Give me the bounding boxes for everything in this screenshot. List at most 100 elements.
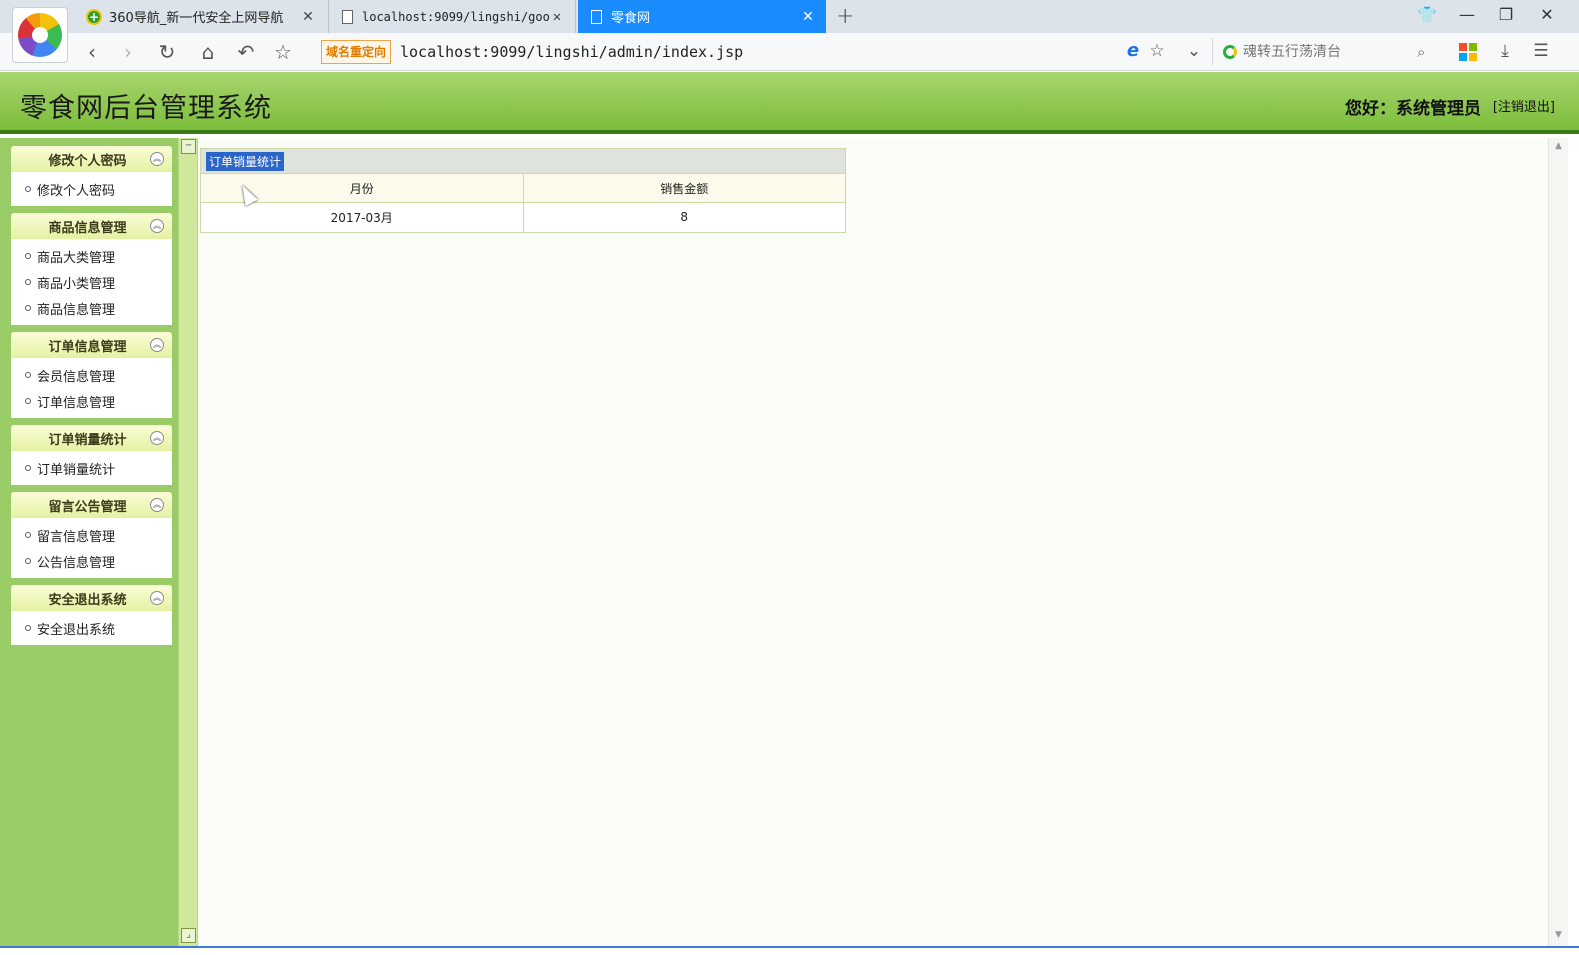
tab-label: 零食网 bbox=[611, 11, 651, 26]
menu-item-label: 商品大类管理 bbox=[37, 250, 116, 266]
address-toolbar: ‹ › ↻ ⌂ ↶ ☆ 域名重定向 e ☆ ⌄ ⌕ ⤓ ☰ bbox=[0, 33, 1579, 71]
menu-group-body: 留言信息管理 公告信息管理 bbox=[11, 518, 172, 578]
minimize-icon[interactable]: — bbox=[1456, 5, 1478, 24]
download-icon[interactable]: ⤓ bbox=[1494, 41, 1516, 61]
back-icon[interactable]: ‹ bbox=[79, 39, 105, 65]
collapse-up-icon[interactable]: ︽ bbox=[150, 152, 164, 166]
window-bottom-edge bbox=[0, 946, 1579, 955]
bullet-icon bbox=[25, 253, 31, 259]
menu-group-title: 修改个人密码 bbox=[48, 153, 127, 169]
bookmark-star-icon[interactable]: ☆ bbox=[1146, 41, 1168, 61]
menu-group-header[interactable]: 安全退出系统 ︽ bbox=[11, 585, 172, 611]
menu-group-header[interactable]: 商品信息管理 ︽ bbox=[11, 213, 172, 239]
app-title: 零食网后台管理系统 bbox=[20, 93, 272, 124]
sidebar-menu-item[interactable]: 商品信息管理 bbox=[25, 295, 172, 321]
logout-link[interactable]: [注销退出] bbox=[1493, 96, 1555, 115]
bullet-icon bbox=[25, 305, 31, 311]
bullet-icon bbox=[25, 398, 31, 404]
menu-item-label: 留言信息管理 bbox=[37, 529, 116, 545]
collapse-up-icon[interactable]: ︽ bbox=[150, 431, 164, 445]
scroll-up-icon[interactable]: ▲ bbox=[1552, 141, 1565, 154]
apps-icon[interactable] bbox=[1459, 43, 1477, 61]
bullet-icon bbox=[25, 558, 31, 564]
menu-group: 安全退出系统 ︽ 安全退出系统 bbox=[11, 585, 172, 645]
collapse-up-icon[interactable]: ︽ bbox=[150, 338, 164, 352]
cell-month: 2017-03月 bbox=[201, 202, 523, 232]
menu-group-title: 订单销量统计 bbox=[48, 432, 127, 448]
collapse-sidebar-icon[interactable]: ─ bbox=[181, 139, 196, 154]
resize-handle-icon[interactable]: ⌟ bbox=[181, 928, 196, 943]
search-box[interactable]: ⌕ bbox=[1212, 38, 1448, 66]
menu-group-header[interactable]: 订单销量统计 ︽ bbox=[11, 425, 172, 451]
browser-tab-360-nav[interactable]: + 360导航_新一代安全上网导航 ✕ bbox=[76, 0, 326, 33]
close-tab-icon[interactable]: ✕ bbox=[549, 9, 565, 25]
ie-mode-icon[interactable]: e bbox=[1124, 42, 1142, 60]
close-tab-icon[interactable]: ✕ bbox=[800, 9, 816, 25]
reload-icon[interactable]: ↻ bbox=[154, 39, 180, 65]
menu-group-title: 商品信息管理 bbox=[48, 220, 127, 236]
collapse-up-icon[interactable]: ︽ bbox=[150, 498, 164, 512]
close-tab-icon[interactable]: ✕ bbox=[300, 9, 316, 25]
sidebar-menu-item[interactable]: 安全退出系统 bbox=[25, 615, 172, 641]
sidebar-menu-item[interactable]: 修改个人密码 bbox=[25, 176, 172, 202]
browser-tab-bar: + 360导航_新一代安全上网导航 ✕ localhost:9099/lings… bbox=[0, 0, 1579, 33]
sidebar-menu-item[interactable]: 订单销量统计 bbox=[25, 455, 172, 481]
scroll-down-icon[interactable]: ▼ bbox=[1552, 930, 1565, 943]
main-content: 订单销量统计 月份 销售金额 2017-03月 8 bbox=[198, 138, 1548, 948]
redirect-badge[interactable]: 域名重定向 bbox=[321, 40, 392, 64]
browser-tab-active[interactable]: 零食网 ✕ bbox=[578, 0, 826, 33]
menu-item-label: 商品信息管理 bbox=[37, 302, 116, 318]
column-header-amount: 销售金额 bbox=[522, 173, 845, 203]
bullet-icon bbox=[25, 279, 31, 285]
menu-group: 留言公告管理 ︽ 留言信息管理 公告信息管理 bbox=[11, 492, 172, 578]
menu-group-header[interactable]: 留言公告管理 ︽ bbox=[11, 492, 172, 518]
skin-icon[interactable]: 👕 bbox=[1416, 5, 1438, 24]
restore-icon[interactable]: ❐ bbox=[1495, 5, 1517, 24]
sidebar-menu-item[interactable]: 订单信息管理 bbox=[25, 388, 172, 414]
cell-amount: 8 bbox=[522, 202, 845, 232]
menu-item-label: 会员信息管理 bbox=[37, 369, 116, 385]
browser-logo[interactable] bbox=[12, 7, 68, 63]
search-icon[interactable]: ⌕ bbox=[1417, 43, 1425, 61]
tab-label: 360导航_新一代安全上网导航 bbox=[109, 11, 284, 26]
browser-tab-goods[interactable]: localhost:9099/lingshi/goods ✕ bbox=[328, 0, 576, 33]
menu-group: 修改个人密码 ︽ 修改个人密码 bbox=[11, 146, 172, 206]
menu-item-label: 安全退出系统 bbox=[37, 622, 116, 638]
collapse-up-icon[interactable]: ︽ bbox=[150, 219, 164, 233]
menu-group-body: 安全退出系统 bbox=[11, 611, 172, 645]
tab-label: localhost:9099/lingshi/goods bbox=[362, 9, 549, 24]
bullet-icon bbox=[25, 625, 31, 631]
sidebar-menu-item[interactable]: 留言信息管理 bbox=[25, 522, 172, 548]
menu-icon[interactable]: ☰ bbox=[1530, 41, 1552, 61]
url-input[interactable] bbox=[400, 41, 1100, 63]
menu-group-body: 订单销量统计 bbox=[11, 451, 172, 485]
undo-icon[interactable]: ↶ bbox=[233, 39, 259, 65]
menu-group-body: 修改个人密码 bbox=[11, 172, 172, 206]
favorite-icon[interactable]: ☆ bbox=[270, 39, 296, 65]
menu-group-header[interactable]: 订单信息管理 ︽ bbox=[11, 332, 172, 358]
new-tab-icon[interactable]: + bbox=[836, 4, 854, 29]
sidebar-menu-item[interactable]: 商品大类管理 bbox=[25, 243, 172, 269]
vertical-scrollbar[interactable]: ▲ ▼ bbox=[1548, 138, 1568, 948]
360-nav-icon: + bbox=[86, 8, 102, 25]
table-row: 2017-03月 8 bbox=[201, 202, 845, 232]
sidebar-menu-item[interactable]: 会员信息管理 bbox=[25, 362, 172, 388]
menu-group-header[interactable]: 修改个人密码 ︽ bbox=[11, 146, 172, 172]
sidebar-menu-item[interactable]: 商品小类管理 bbox=[25, 269, 172, 295]
close-window-icon[interactable]: ✕ bbox=[1536, 5, 1558, 24]
menu-group-title: 安全退出系统 bbox=[48, 592, 127, 608]
bullet-icon bbox=[25, 186, 31, 192]
chevron-down-icon[interactable]: ⌄ bbox=[1183, 41, 1205, 61]
panel-title-bar: 订单销量统计 bbox=[201, 149, 845, 173]
home-icon[interactable]: ⌂ bbox=[195, 39, 221, 65]
search-input[interactable] bbox=[1243, 44, 1413, 60]
forward-icon[interactable]: › bbox=[115, 39, 141, 65]
menu-item-label: 修改个人密码 bbox=[37, 183, 116, 199]
menu-group-title: 订单信息管理 bbox=[48, 339, 127, 355]
sidebar-splitter[interactable]: ─ ⌟ bbox=[178, 138, 198, 948]
sidebar-menu-item[interactable]: 公告信息管理 bbox=[25, 548, 172, 574]
menu-item-label: 公告信息管理 bbox=[37, 555, 116, 571]
collapse-up-icon[interactable]: ︽ bbox=[150, 591, 164, 605]
menu-item-label: 商品小类管理 bbox=[37, 276, 116, 292]
menu-group-body: 商品大类管理 商品小类管理 商品信息管理 bbox=[11, 239, 172, 325]
